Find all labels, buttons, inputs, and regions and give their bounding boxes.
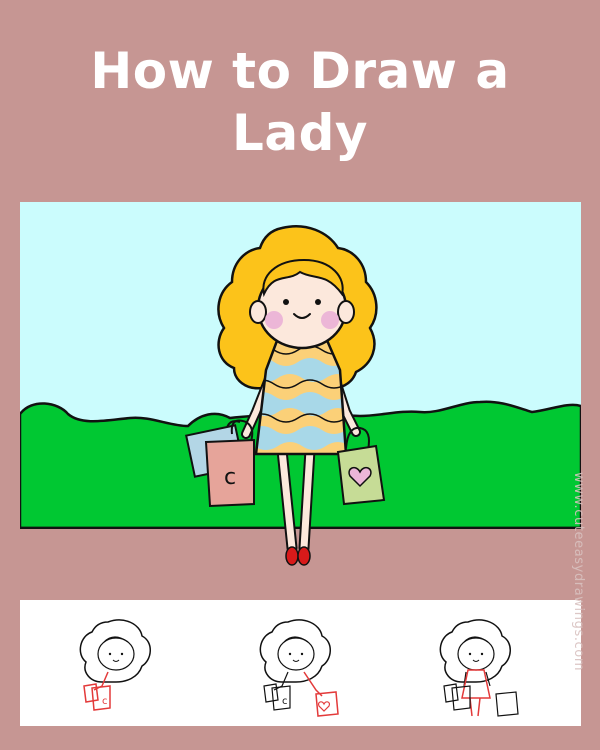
step-3-thumbnail	[439, 619, 519, 717]
svg-text:c: c	[282, 696, 288, 707]
bag-letter: c	[224, 465, 236, 490]
svg-text:c: c	[102, 696, 108, 707]
lady-illustration: c	[20, 202, 581, 568]
page-title: How to Draw a Lady	[0, 40, 600, 164]
step-thumbnails-panel: c c	[20, 600, 581, 726]
steps-illustration: c c	[79, 619, 519, 717]
step-2-thumbnail: c	[259, 619, 339, 717]
left-shoe	[285, 546, 299, 566]
main-illustration-panel: c	[20, 202, 581, 568]
title-line-2: Lady	[232, 104, 368, 162]
title-line-1: How to Draw a	[90, 42, 510, 100]
right-shoe	[297, 546, 311, 566]
watermark: www.cuteeasydrawings.com	[571, 472, 586, 672]
step-1-thumbnail: c	[79, 619, 151, 711]
